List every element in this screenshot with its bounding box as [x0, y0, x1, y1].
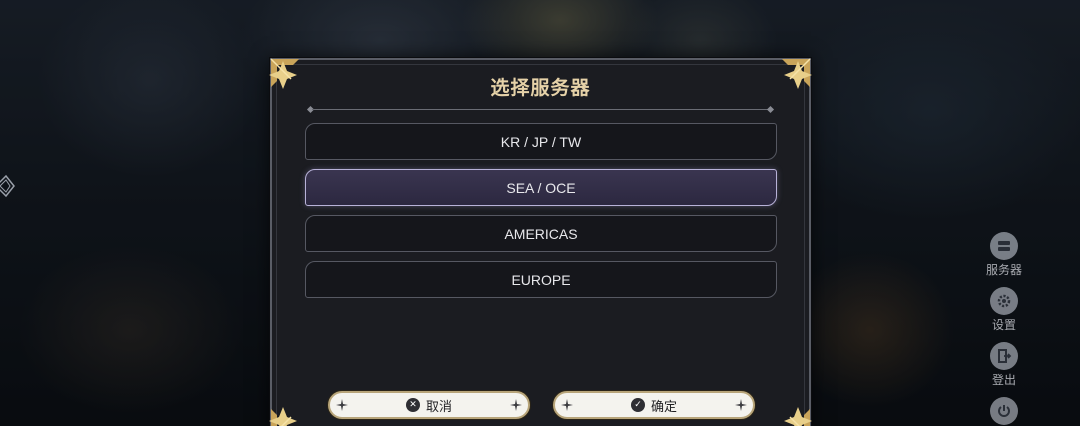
check-icon: ✓ — [630, 398, 645, 412]
sparkle-icon — [561, 399, 573, 411]
server-option-europe[interactable]: EUROPE — [305, 261, 777, 298]
server-select-dialog: 选择服务器 KR / JP / TW SEA / OCE AMERICAS EU… — [269, 58, 812, 426]
title-divider — [306, 105, 775, 115]
side-item-label: 设置 — [991, 318, 1016, 332]
sparkle-icon — [735, 399, 747, 411]
sparkle-icon — [510, 399, 522, 411]
server-option-sea-oce[interactable]: SEA / OCE — [305, 169, 777, 206]
confirm-label: 确定 — [650, 399, 677, 415]
server-list: KR / JP / TW SEA / OCE AMERICAS EUROPE — [305, 123, 777, 307]
power-icon — [990, 397, 1018, 425]
dialog-title: 选择服务器 — [490, 77, 591, 99]
logout-icon — [990, 342, 1018, 370]
corner-ornament-icon — [782, 407, 812, 426]
side-item-server[interactable]: 服务器 — [978, 232, 1030, 277]
server-option-americas[interactable]: AMERICAS — [305, 215, 777, 252]
server-option-kr-jp-tw[interactable]: KR / JP / TW — [305, 123, 777, 160]
gear-icon — [990, 287, 1018, 315]
server-icon — [990, 232, 1018, 260]
side-item-logout[interactable]: 登出 — [978, 342, 1030, 387]
cancel-button[interactable]: ✕ 取消 — [328, 391, 530, 419]
side-item-power[interactable] — [978, 397, 1030, 425]
cross-icon: ✕ — [405, 398, 420, 412]
side-menu: 服务器 设置 登出 — [978, 232, 1030, 426]
side-item-label: 登出 — [991, 373, 1016, 387]
cancel-label: 取消 — [425, 399, 452, 415]
corner-ornament-icon — [269, 407, 299, 426]
side-item-settings[interactable]: 设置 — [978, 287, 1030, 332]
left-diamond-icon — [0, 174, 15, 198]
sparkle-icon — [336, 399, 348, 411]
confirm-button[interactable]: ✓ 确定 — [553, 391, 755, 419]
side-item-label: 服务器 — [985, 263, 1022, 277]
